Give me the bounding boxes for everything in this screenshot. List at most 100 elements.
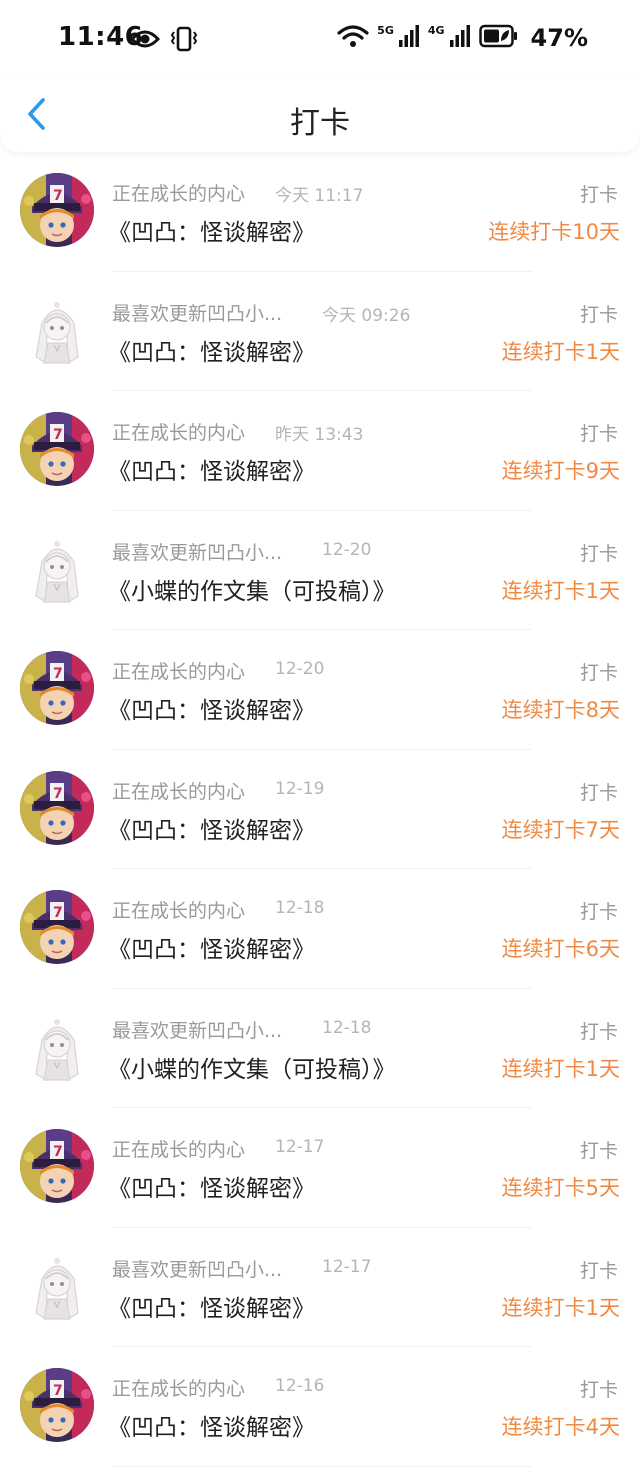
streak-label: 连续打卡1天 — [501, 339, 620, 364]
wifi-icon — [337, 24, 369, 52]
status-left-icons — [129, 26, 198, 56]
action-label: 打卡 — [579, 1140, 618, 1162]
status-bar: 11:46 5G 4G 47% — [0, 0, 640, 80]
user-nickname[interactable]: 正在成长的内心 — [112, 1374, 245, 1401]
streak-label: 连续打卡6天 — [501, 937, 620, 961]
list-item[interactable]: 7 正在成长的内心 12-19 《凹凸：怪谈解密》 打卡 连续打卡7天 — [0, 749, 640, 869]
streak-label: 连续打卡9天 — [501, 459, 620, 483]
net2-label: 4G — [427, 23, 445, 37]
item-time: 12-19 — [275, 778, 325, 799]
work-title[interactable]: 《小蝶的作文集（可投稿）》 — [108, 1050, 396, 1084]
action-label: 打卡 — [579, 1020, 618, 1043]
streak-label: 连续打卡4天 — [501, 1415, 620, 1439]
streak-label: 连续打卡1天 — [501, 578, 620, 603]
signal-icon — [398, 24, 420, 52]
item-time: 今天 09:26 — [322, 305, 411, 326]
work-title[interactable]: 《凹凸：怪谈解密》 — [108, 452, 315, 486]
work-title[interactable]: 《凹凸：怪谈解密》 — [108, 930, 315, 964]
item-time: 今天 11:17 — [275, 186, 364, 206]
svg-text:7: 7 — [53, 1144, 63, 1160]
item-time: 12-17 — [275, 1137, 325, 1157]
avatar[interactable]: 7 — [20, 651, 94, 725]
work-title[interactable]: 《凹凸：怪谈解密》 — [108, 1289, 315, 1323]
action-label: 打卡 — [579, 423, 618, 445]
action-label: 打卡 — [579, 184, 618, 206]
user-nickname[interactable]: 正在成长的内心 — [112, 657, 245, 684]
list-item[interactable]: 7 正在成长的内心 12-20 《凹凸：怪谈解密》 打卡 连续打卡8天 — [0, 630, 640, 750]
work-title[interactable]: 《凹凸：怪谈解密》 — [108, 213, 315, 247]
svg-text:7: 7 — [53, 666, 63, 682]
avatar[interactable]: 7 — [20, 1129, 94, 1203]
streak-label: 连续打卡7天 — [501, 817, 620, 842]
work-title[interactable]: 《凹凸：怪谈解密》 — [108, 691, 315, 725]
battery-icon — [478, 24, 519, 52]
work-title[interactable]: 《凹凸：怪谈解密》 — [108, 1408, 315, 1442]
action-label: 打卡 — [579, 1259, 618, 1282]
action-label: 打卡 — [579, 662, 618, 684]
work-title[interactable]: 《小蝶的作文集（可投稿）》 — [108, 572, 396, 606]
svg-text:7: 7 — [53, 905, 63, 921]
signal-icon — [449, 24, 471, 52]
item-time: 12-20 — [322, 539, 372, 560]
list-item[interactable]: 7 正在成长的内心 12-17 《凹凸：怪谈解密》 打卡 连续打卡5天 — [0, 1108, 640, 1228]
item-time: 12-18 — [275, 898, 325, 918]
action-label: 打卡 — [579, 1379, 618, 1401]
item-time: 12-20 — [275, 659, 325, 679]
list-item[interactable]: 最喜欢更新凹凸小... 12-18 《小蝶的作文集（可投稿）》 打卡 连续打卡1… — [0, 988, 640, 1108]
status-right-icons: 5G 4G 47% — [337, 24, 588, 52]
item-time: 12-16 — [275, 1376, 325, 1396]
list-item[interactable]: 7 正在成长的内心 12-16 《凹凸：怪谈解密》 打卡 连续打卡4天 — [0, 1347, 640, 1467]
net1-label: 5G — [377, 23, 394, 37]
page-title: 打卡 — [290, 106, 350, 141]
user-nickname[interactable]: 最喜欢更新凹凸小... — [112, 299, 282, 326]
streak-label: 连续打卡8天 — [501, 698, 620, 722]
header: 打卡 — [0, 80, 640, 152]
battery-percent: 47% — [530, 24, 588, 52]
avatar[interactable] — [20, 1009, 94, 1084]
user-nickname[interactable]: 正在成长的内心 — [112, 896, 245, 923]
avatar[interactable]: 7 — [20, 770, 94, 845]
action-label: 打卡 — [579, 781, 618, 804]
avatar[interactable]: 7 — [20, 173, 94, 247]
svg-text:7: 7 — [53, 427, 63, 443]
svg-text:7: 7 — [53, 1383, 63, 1399]
avatar[interactable]: 7 — [20, 412, 94, 486]
work-title[interactable]: 《凹凸：怪谈解密》 — [108, 1169, 315, 1203]
list-item[interactable]: 7 正在成长的内心 昨天 13:43 《凹凸：怪谈解密》 打卡 连续打卡9天 — [0, 391, 640, 511]
item-time: 12-18 — [322, 1017, 372, 1038]
avatar[interactable]: 7 — [20, 890, 94, 964]
streak-label: 连续打卡10天 — [488, 220, 620, 244]
streak-label: 连续打卡5天 — [501, 1176, 620, 1200]
item-time: 12-17 — [322, 1256, 372, 1277]
user-nickname[interactable]: 正在成长的内心 — [112, 418, 245, 445]
svg-text:7: 7 — [53, 786, 63, 802]
user-nickname[interactable]: 最喜欢更新凹凸小... — [112, 1255, 282, 1282]
divider — [112, 1465, 532, 1467]
user-nickname[interactable]: 正在成长的内心 — [112, 179, 245, 206]
avatar[interactable] — [20, 292, 94, 367]
list-item[interactable]: 7 正在成长的内心 12-18 《凹凸：怪谈解密》 打卡 连续打卡6天 — [0, 869, 640, 989]
svg-text:7: 7 — [53, 188, 63, 204]
vibrate-icon — [170, 26, 198, 56]
user-nickname[interactable]: 最喜欢更新凹凸小... — [112, 1016, 282, 1043]
action-label: 打卡 — [579, 303, 618, 326]
list-item[interactable]: 7 正在成长的内心 今天 11:17 《凹凸：怪谈解密》 打卡 连续打卡10天 — [0, 152, 640, 272]
checkin-list: 7 正在成长的内心 今天 11:17 《凹凸：怪谈解密》 打卡 连续打卡10天 … — [0, 152, 640, 1467]
eye-icon — [129, 28, 161, 54]
list-item[interactable]: 最喜欢更新凹凸小... 12-20 《小蝶的作文集（可投稿）》 打卡 连续打卡1… — [0, 510, 640, 630]
list-item[interactable]: 最喜欢更新凹凸小... 今天 09:26 《凹凸：怪谈解密》 打卡 连续打卡1天 — [0, 271, 640, 391]
streak-label: 连续打卡1天 — [501, 1056, 620, 1081]
user-nickname[interactable]: 正在成长的内心 — [112, 1135, 245, 1162]
item-time: 昨天 13:43 — [275, 425, 364, 445]
avatar[interactable] — [20, 531, 94, 606]
user-nickname[interactable]: 正在成长的内心 — [112, 777, 245, 804]
user-nickname[interactable]: 最喜欢更新凹凸小... — [112, 538, 282, 565]
work-title[interactable]: 《凹凸：怪谈解密》 — [108, 333, 315, 367]
action-label: 打卡 — [579, 901, 618, 923]
list-item[interactable]: 最喜欢更新凹凸小... 12-17 《凹凸：怪谈解密》 打卡 连续打卡1天 — [0, 1227, 640, 1347]
work-title[interactable]: 《凹凸：怪谈解密》 — [108, 811, 315, 845]
avatar[interactable]: 7 — [20, 1368, 94, 1442]
action-label: 打卡 — [579, 542, 618, 565]
streak-label: 连续打卡1天 — [501, 1295, 620, 1320]
avatar[interactable] — [20, 1248, 94, 1323]
